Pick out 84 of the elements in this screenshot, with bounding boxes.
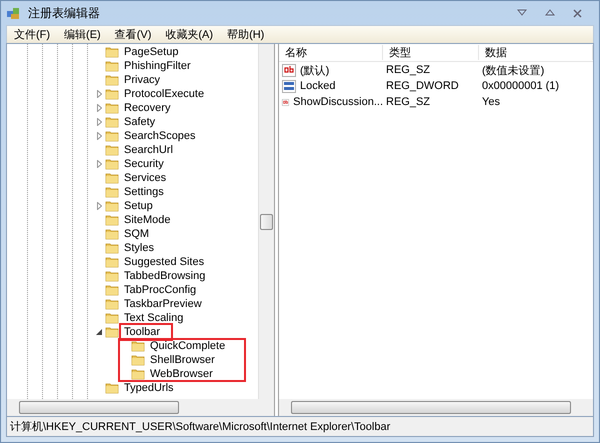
folder-icon [105,186,119,198]
value-type: REG_SZ [385,96,432,108]
minimize-icon[interactable] [517,8,527,16]
folder-icon [105,298,119,310]
expand-arrow-icon[interactable] [96,160,102,168]
folder-icon [105,284,119,296]
folder-icon [105,144,119,156]
folder-icon [105,158,119,170]
binary-value-icon [282,80,296,92]
tree-item[interactable]: SiteMode [122,214,172,226]
tree-item[interactable]: Toolbar [122,326,170,338]
status-path: 计算机\HKEY_CURRENT_USER\Software\Microsoft\Internet Explorer\Toolbar [10,420,390,434]
folder-icon [105,74,119,86]
tree-item[interactable]: Setup [122,200,155,212]
menu-item[interactable]: 文件(F) [7,27,58,42]
menu-item[interactable]: 查看(V) [108,27,158,42]
folder-icon [105,256,119,268]
tree-item[interactable]: Security [122,158,166,170]
folder-icon [105,228,119,240]
maximize-icon[interactable] [545,8,555,16]
value-name[interactable]: (默认) [297,62,330,78]
tree-item[interactable]: Privacy [122,74,162,86]
scroll-thumb[interactable] [19,401,179,414]
tree-item[interactable]: SQM [122,228,152,240]
column-header[interactable]: 类型 [383,45,479,60]
tree-item[interactable]: SearchUrl [122,144,175,156]
folder-icon [105,326,119,338]
folder-icon [105,242,119,254]
tree-item[interactable]: Safety [122,116,158,128]
folder-icon [105,382,119,394]
menu-item[interactable]: 编辑(E) [57,27,108,42]
tree-item[interactable]: TabbedBrowsing [122,270,208,282]
tree-item[interactable]: PhishingFilter [122,60,193,72]
tree-item[interactable]: SearchScopes [122,130,198,142]
tree-item[interactable]: Services [122,172,168,184]
menu-item[interactable]: 帮助(H) [220,27,272,42]
folder-icon [105,312,119,324]
value-data: (数值未设置) [481,64,546,78]
folder-icon [105,102,119,114]
folder-icon [131,340,145,352]
folder-icon [131,354,145,366]
tree-item[interactable]: Text Scaling [122,312,186,324]
folder-icon [105,214,119,226]
collapse-arrow-icon[interactable] [96,329,102,335]
tree-item[interactable]: TypedUrls [122,382,176,394]
tree-item[interactable]: TaskbarPreview [122,298,204,310]
column-header[interactable]: 数据 [479,45,593,60]
tree-item[interactable]: ProtocolExecute [122,88,206,100]
close-icon[interactable] [573,8,582,18]
tree-item[interactable]: Suggested Sites [122,256,206,268]
vertical-scrollbar[interactable] [258,44,274,399]
horizontal-scrollbar[interactable] [7,399,274,416]
value-name[interactable]: ShowDiscussion... [290,96,383,108]
folder-icon [105,270,119,282]
value-type: REG_DWORD [385,80,460,92]
folder-icon [105,172,119,184]
window-title: 注册表编辑器 [28,4,101,22]
tree-item[interactable]: TabProcConfig [122,284,198,296]
tree-item[interactable]: ShellBrowser [148,354,217,366]
value-data: Yes [481,96,501,108]
tree-item[interactable]: WebBrowser [148,368,215,380]
menu-item[interactable]: 收藏夹(A) [158,27,220,42]
folder-icon [105,46,119,58]
folder-icon [105,200,119,212]
horizontal-scrollbar[interactable] [279,399,593,416]
tree-item[interactable]: Styles [122,242,156,254]
scroll-thumb[interactable] [291,401,571,414]
scroll-thumb[interactable] [260,214,273,230]
folder-icon [105,130,119,142]
value-data: 0x00000001 (1) [481,80,560,92]
expand-arrow-icon[interactable] [96,202,102,210]
value-type: REG_SZ [385,64,432,76]
tree-item[interactable]: Recovery [122,102,172,114]
value-name[interactable]: Locked [297,80,336,92]
app-icon [6,5,22,21]
tree-item[interactable]: PageSetup [122,46,180,58]
column-header[interactable]: 名称 [279,45,383,60]
string-value-icon [282,64,296,76]
tree-item[interactable]: QuickComplete [148,340,228,352]
folder-icon [105,116,119,128]
folder-icon [131,368,145,380]
tree-item[interactable]: Settings [122,186,166,198]
folder-icon [105,60,119,72]
folder-icon [105,88,119,100]
